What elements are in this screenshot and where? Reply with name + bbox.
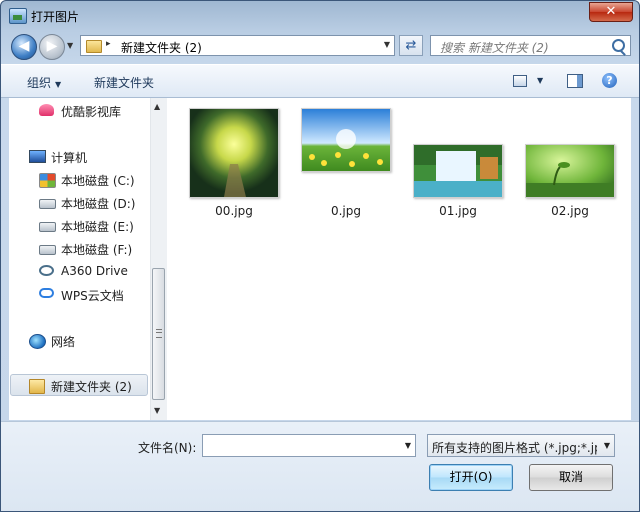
sidebar-item-new-folder[interactable]: 新建文件夹 (2) [29,377,147,395]
sidebar-item-wps-cloud[interactable]: WPS云文档 [39,286,149,304]
computer-icon [29,150,46,163]
dandelion-field-thumbnail-icon [301,108,391,172]
title-bar[interactable]: 打开图片 ✕ [1,1,639,31]
search-input[interactable]: 搜索 新建文件夹 (2) [440,39,549,56]
sidebar-item-label: 本地磁盘 (D:) [61,197,136,211]
new-folder-button[interactable]: 新建文件夹 [94,74,154,91]
filetype-select[interactable]: 所有支持的图片格式 (*.jpg;*.jp ▼ [427,434,615,457]
search-icon[interactable] [612,39,625,52]
drive-icon [39,222,56,232]
forward-button[interactable]: ▶ [39,34,65,60]
sidebar-item-label: A360 Drive [61,264,128,278]
sidebar-item-label: 计算机 [51,151,88,165]
sidebar-item-drive-c[interactable]: 本地磁盘 (C:) [39,171,149,189]
folder-icon [29,379,45,394]
drive-icon [39,199,56,209]
refresh-button[interactable]: ⇄ [399,35,423,56]
organize-button[interactable]: 组织 ▼ [27,74,61,91]
folder-icon [86,40,102,53]
bottom-panel: 文件名(N): ▼ 所有支持的图片格式 (*.jpg;*.jp ▼ 打开(O) … [1,421,639,511]
sidebar-item-computer[interactable]: 计算机 [29,148,147,166]
command-toolbar: 组织 ▼ 新建文件夹 ▼ ? [1,64,639,98]
sidebar-item-label: 优酷影视库 [61,105,122,119]
search-box[interactable]: 搜索 新建文件夹 (2) [430,35,631,56]
filename-input[interactable]: ▼ [202,434,416,457]
filetype-value: 所有支持的图片格式 (*.jpg;*.jp [432,441,597,455]
scroll-down-icon[interactable]: ▼ [154,406,160,415]
youku-icon [39,104,54,116]
file-name: 0.jpg [330,204,362,218]
windows-drive-icon [39,173,56,188]
cancel-button[interactable]: 取消 [529,464,613,491]
a360-icon [39,265,54,276]
open-button[interactable]: 打开(O) [429,464,513,491]
sidebar-item-drive-f[interactable]: 本地磁盘 (F:) [39,240,149,258]
scroll-up-icon[interactable]: ▲ [154,102,160,111]
network-icon [29,334,46,349]
organize-dropdown-icon: ▼ [55,80,62,89]
filename-dropdown-icon[interactable]: ▼ [405,441,411,450]
navigation-scrollbar[interactable]: ▲ ▼ [150,98,167,420]
preview-pane-icon[interactable] [567,74,583,88]
file-list: 00.jpg 0.jpg 01.jpg 02.jpg [167,98,631,420]
navigation-pane: 优酷影视库 计算机 本地磁盘 (C:) 本地磁盘 (D:) 本地磁盘 (E:) … [9,98,150,420]
view-options-dropdown-icon[interactable]: ▼ [537,76,543,85]
waterfall-thumbnail-icon [413,144,503,198]
breadcrumb-chevron-icon[interactable]: ▸ [106,39,111,49]
file-name: 02.jpg [551,204,589,218]
scrollbar-thumb[interactable] [152,268,165,400]
picture-app-icon [9,8,27,24]
drive-icon [39,245,56,255]
window-title: 打开图片 [31,10,80,24]
forest-thumbnail-icon [189,108,279,198]
filetype-dropdown-icon[interactable]: ▼ [604,441,610,450]
address-dropdown-icon[interactable]: ▼ [384,40,390,49]
sidebar-item-label: 本地磁盘 (C:) [61,174,135,188]
file-name: 01.jpg [439,204,477,218]
sprout-thumbnail-icon [525,144,615,198]
open-image-dialog: 打开图片 ✕ ◀ ▶ ▼ ▸ 新建文件夹 (2) ▼ ⇄ 搜索 新建文件夹 (2… [0,0,640,512]
sidebar-item-drive-d[interactable]: 本地磁盘 (D:) [39,194,149,212]
breadcrumb-folder[interactable]: 新建文件夹 (2) [121,39,202,56]
sidebar-item-youku[interactable]: 优酷影视库 [39,102,149,120]
organize-label: 组织 [27,76,52,90]
sidebar-item-label: 新建文件夹 (2) [51,380,132,394]
help-icon[interactable]: ? [602,73,617,88]
recent-pages-chevron-icon[interactable]: ▼ [67,41,73,50]
filename-label: 文件名(N): [138,441,197,455]
change-view-icon[interactable] [513,75,527,87]
close-button[interactable]: ✕ [589,2,633,22]
navigation-bar: ◀ ▶ ▼ ▸ 新建文件夹 (2) ▼ ⇄ 搜索 新建文件夹 (2) [1,31,639,61]
cloud-icon [39,288,54,298]
sidebar-item-label: WPS云文档 [61,289,124,303]
sidebar-item-a360[interactable]: A360 Drive [39,263,149,281]
sidebar-item-label: 网络 [51,335,76,349]
file-name: 00.jpg [215,204,253,218]
sidebar-item-network[interactable]: 网络 [29,332,147,350]
sidebar-item-label: 本地磁盘 (F:) [61,243,133,257]
grip-icon [156,329,162,338]
address-bar[interactable]: ▸ 新建文件夹 (2) ▼ [80,35,395,56]
back-button[interactable]: ◀ [11,34,37,60]
sidebar-item-drive-e[interactable]: 本地磁盘 (E:) [39,217,149,235]
sidebar-item-label: 本地磁盘 (E:) [61,220,134,234]
